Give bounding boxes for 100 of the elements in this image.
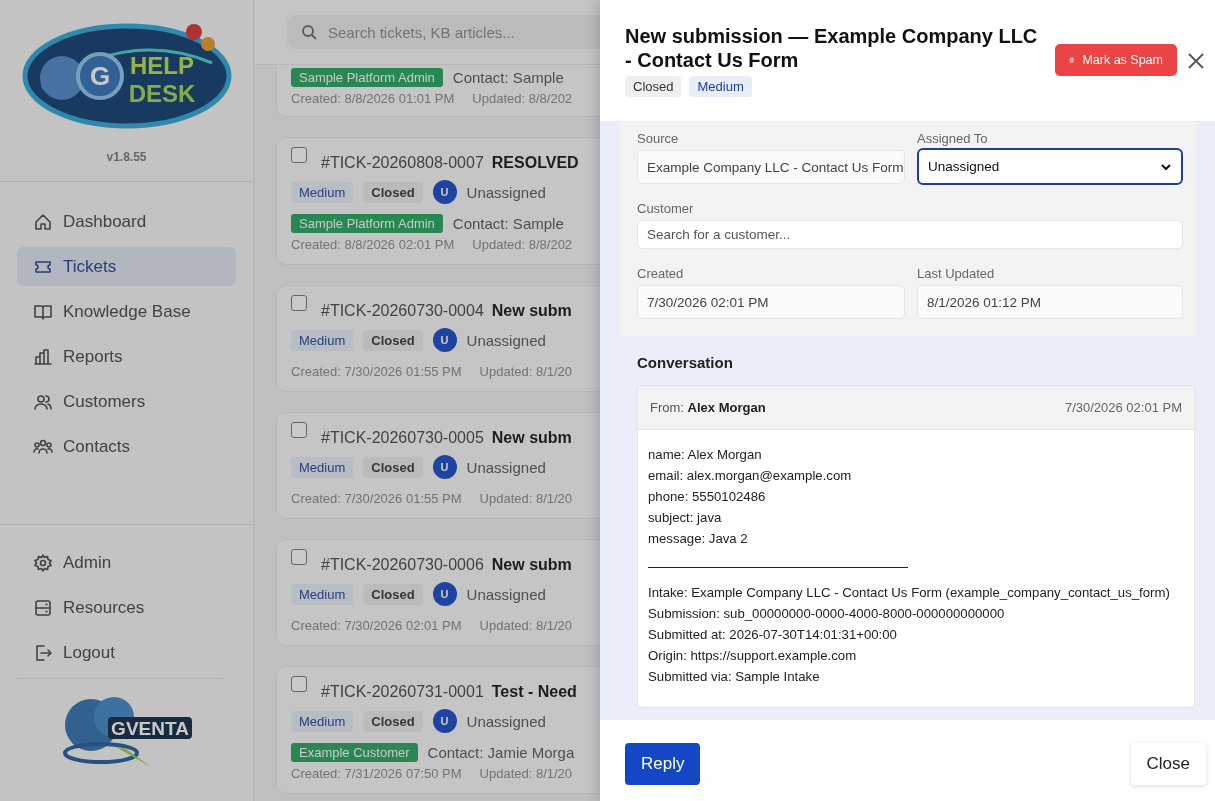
updated-field[interactable]: 8/1/2026 01:12 PM [917,285,1183,319]
updated-date: Updated: 8/1/20 [479,618,573,633]
ticket-title: New subm [491,556,572,574]
status-badge: Closed [363,329,423,351]
assignee-label: Unassigned [466,712,546,730]
source-field[interactable]: Example Company LLC - Contact Us Form [637,150,905,184]
assignee-label: Unassigned [466,183,546,201]
avatar: U [432,709,457,733]
assignee-label: Unassigned [466,458,546,476]
message-line: phone: 5550102486 [648,488,767,506]
updated-date: Updated: 8/8/202 [472,237,573,252]
ticket-title: New subm [491,302,572,320]
ticket-card[interactable]: Sample Platform Admin Contact: Sample Created: 8/8/2026 01:01 PM Updated: 8/8/202 [276,65,600,117]
message-line: Intake: Example Company LLC - Contact Us Form (example_company_contact_us_form) [648,584,1171,602]
message-sender: From: Alex Morgan [650,400,766,415]
ticket-card[interactable]: #TICK-20260730-0005 New subm Medium Closed U Unassigned Created: 7/30/2026 01:55 PM Updated: 8/1/20 [276,412,600,519]
ticket-card[interactable]: #TICK-20260730-0004 New subm Medium Closed U Unassigned Created: 7/30/2026 01:55 PM Updated: 8/1/20 [276,285,600,392]
logout-icon [33,642,53,663]
nav-item[interactable]: Resources [17,588,236,627]
created-date: Created: 7/30/2026 01:55 PM [291,364,462,379]
message-date: 7/30/2026 02:01 PM [1064,400,1182,415]
nav-item[interactable]: Customers [17,382,236,421]
avatar: U [432,328,457,352]
ticket-card[interactable]: #TICK-20260730-0006 New subm Medium Closed U Unassigned Created: 7/30/2026 02:01 PM Updated: 8/1/20 [276,539,600,646]
priority-badge: Medium [689,76,752,97]
message-line: Origin: https://support.example.com [648,647,858,665]
nav-item[interactable]: Tickets [17,247,236,286]
updated-date: Updated: 8/1/20 [479,364,573,379]
nav-item[interactable]: Dashboard [17,202,236,241]
assignee-dropdown[interactable]: Unassigned [917,148,1183,185]
checkbox[interactable] [291,549,307,565]
status-badge: Closed [363,456,423,478]
contact-label: Contact: Jamie Morga [427,744,575,761]
contact-label: Contact: Sample [452,69,564,86]
mark-as-spam-button[interactable]: Mark as Spam [1055,44,1177,76]
updated-date: Updated: 8/1/20 [479,766,573,781]
nav-item[interactable]: Contacts [17,427,236,466]
message-line: Submitted via: Sample Intake [648,668,821,686]
avatar: U [432,582,457,606]
created-date: Created: 8/8/2026 01:01 PM [291,91,455,106]
ticket-id: #TICK-20260731-0001 [321,683,484,701]
customer-search-field[interactable]: Search for a customer... [637,220,1183,249]
created-date: Created: 8/8/2026 02:01 PM [291,237,455,252]
field-label: Created [637,266,685,281]
ticket-id: #TICK-20260730-0004 [321,302,484,320]
trash-icon [1069,54,1075,66]
checkbox[interactable] [291,295,307,311]
message-line: name: Alex Morgan [648,446,763,464]
close-button[interactable]: Close [1130,742,1206,785]
bar-chart-icon [33,346,53,367]
priority-badge: Medium [291,329,354,351]
customer-tag: Sample Platform Admin [291,68,443,87]
section-heading: Conversation [637,354,734,371]
message-line: Submission: sub_00000000-0000-4000-8000-000000000000 [648,605,1006,623]
message-line: Submitted at: 2026-07-30T14:01:31+00:00 [648,626,898,644]
ticket-card[interactable]: #TICK-20260731-0001 Test - Need Medium Closed U Unassigned Example Customer Contact: Jamie Morga Created: 7/31/2026 07:50 PM Updated: 8/1/20 [276,666,600,794]
nav-item[interactable]: Admin [17,543,236,582]
server-icon [33,597,53,618]
message-line: email: alex.morgan@example.com [648,467,853,485]
home-icon [33,211,53,232]
checkbox[interactable] [291,422,307,438]
priority-badge: Medium [291,710,354,732]
settings-icon [33,552,53,573]
field-label: Assigned To [917,131,989,146]
ticket-title: RESOLVED [491,154,579,172]
updated-date: Updated: 8/1/20 [479,491,573,506]
nav-item[interactable]: Logout [17,633,236,672]
checkbox[interactable] [291,676,307,692]
status-badge: Closed [625,76,682,97]
created-field[interactable]: 7/30/2026 02:01 PM [637,285,905,319]
updated-date: Updated: 8/8/202 [472,91,573,106]
field-label: Customer [637,201,695,216]
logo: GVENTA [56,691,196,769]
priority-badge: Medium [291,181,354,203]
status-badge: Closed [363,583,423,605]
message-line: message: Java 2 [648,530,749,548]
message-line: subject: java [648,509,723,527]
checkbox[interactable] [291,147,307,163]
priority-badge: Medium [291,456,354,478]
nav-item[interactable]: Reports [17,337,236,376]
created-date: Created: 7/30/2026 01:55 PM [291,491,462,506]
close-button[interactable] [1187,52,1205,70]
customer-tag: Example Customer [291,743,418,762]
contact-label: Contact: Sample [452,215,564,232]
search-field[interactable]: Search tickets, KB articles... [287,15,600,49]
field-label: Source [637,131,680,146]
ticket-title: New submission — Example Company LLC - Contact Us Form [625,24,1039,72]
search-icon [301,24,317,40]
created-date: Created: 7/31/2026 07:50 PM [291,766,462,781]
nav-item[interactable]: Knowledge Base [17,292,236,331]
customer-tag: Sample Platform Admin [291,214,443,233]
status-badge: Closed [363,181,423,203]
reply-button[interactable]: Reply [625,742,701,785]
ticket-title: Test - Need [491,683,577,701]
ticket-id: #TICK-20260730-0006 [321,556,484,574]
priority-badge: Medium [291,583,354,605]
assignee-label: Unassigned [466,585,546,603]
created-date: Created: 7/30/2026 02:01 PM [291,618,462,633]
ticket-card[interactable]: #TICK-20260808-0007 RESOLVED Medium Closed U Unassigned Sample Platform Admin Contact: Sample Created: 8/8/2026 02:01 PM Updated: 8/8/202 [276,137,600,265]
assignee-label: Unassigned [466,331,546,349]
